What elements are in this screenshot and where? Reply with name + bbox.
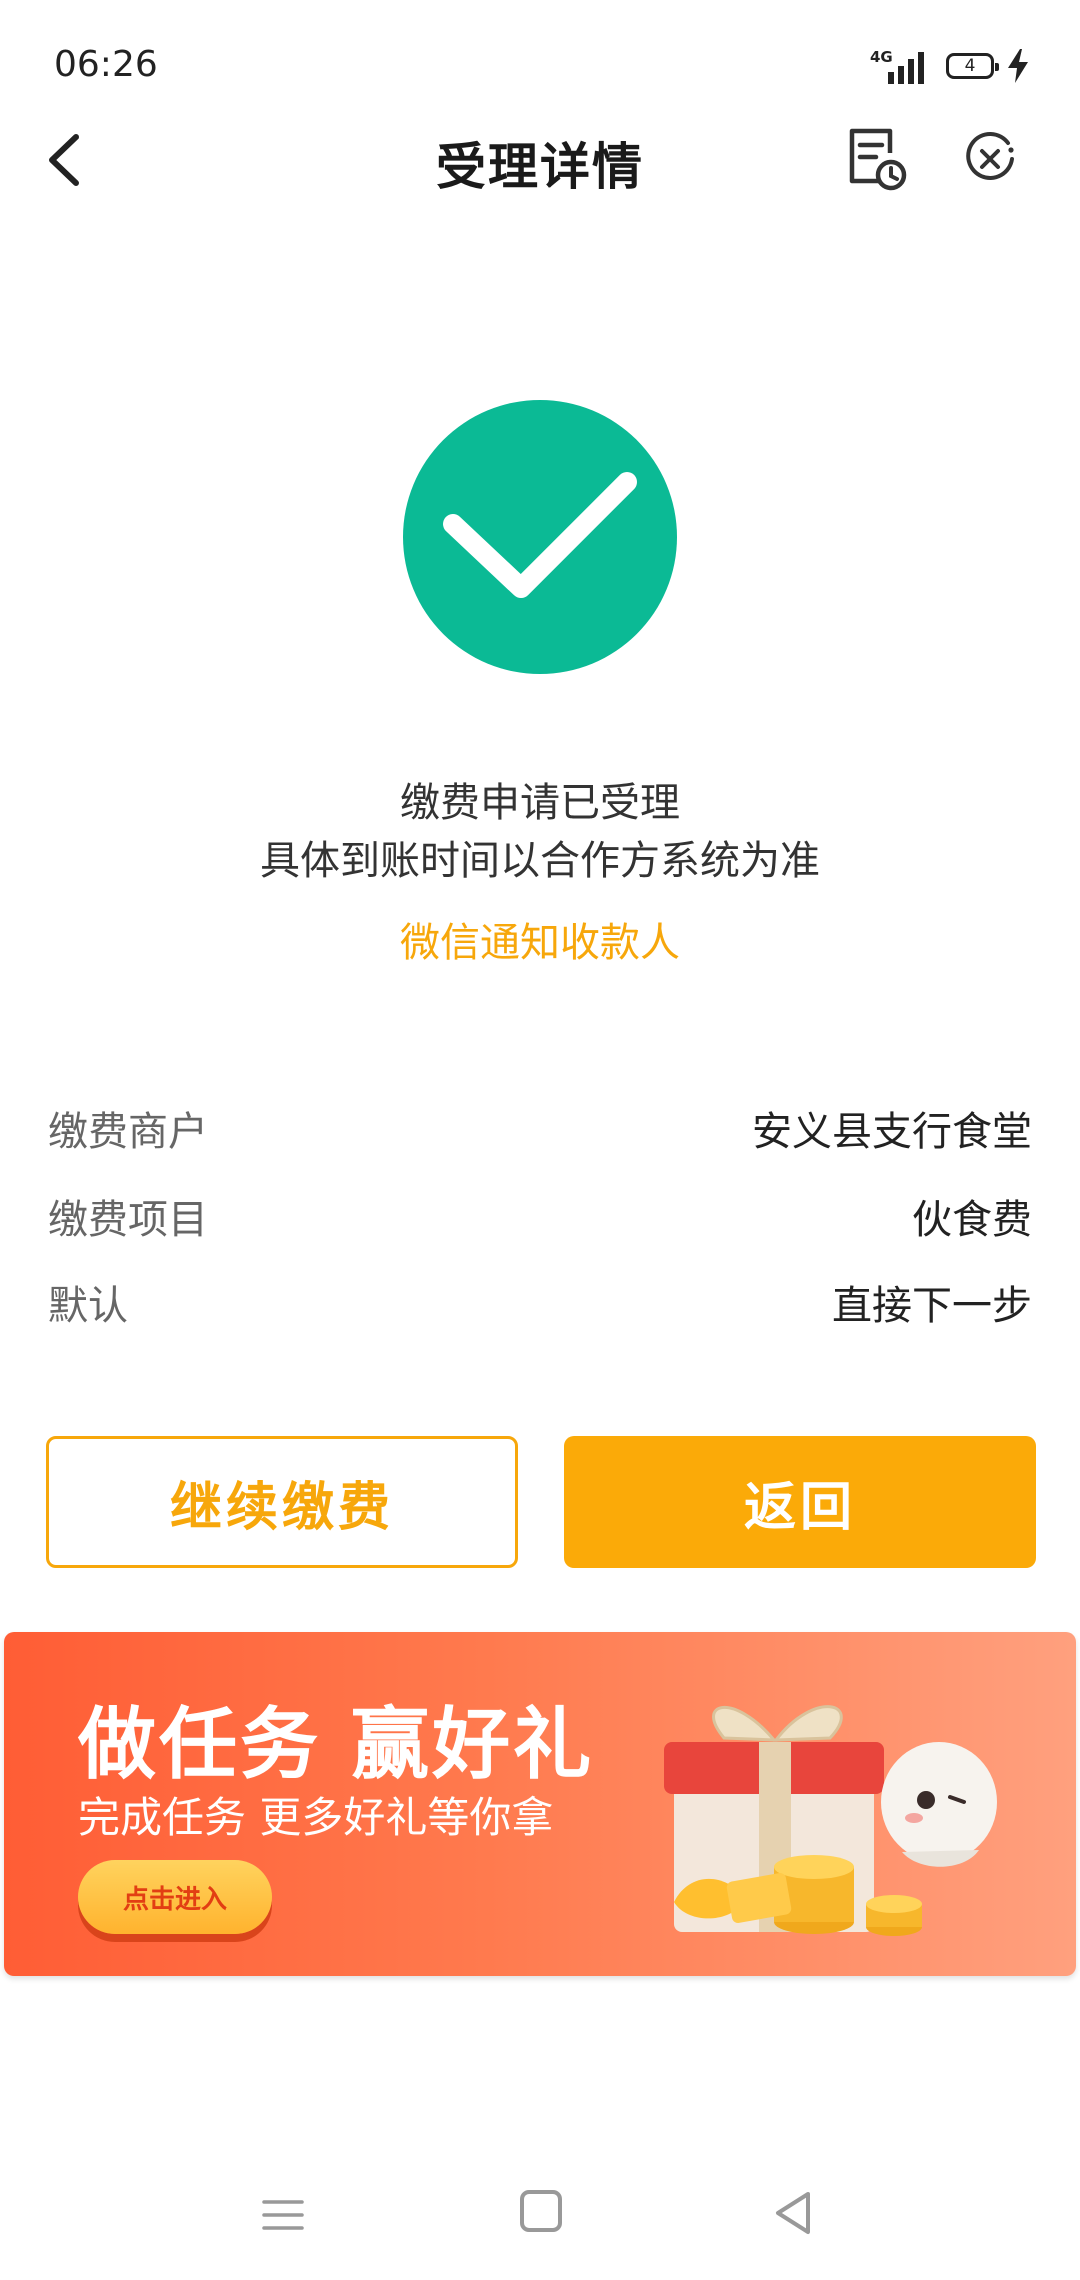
success-icon bbox=[403, 400, 677, 674]
result-note: 具体到账时间以合作方系统为准 bbox=[260, 838, 820, 884]
detail-row-default: 默认 直接下一步 bbox=[48, 1272, 1032, 1332]
banner-title: 做任务 赢好礼 bbox=[78, 1700, 595, 1790]
checkmark-icon bbox=[443, 472, 637, 598]
status-bar: 06:26 4G 4 bbox=[0, 0, 1080, 130]
detail-label: 缴费项目 bbox=[48, 1197, 208, 1243]
promo-banner[interactable]: 做任务 赢好礼 完成任务 更多好礼等你拿 点击进入 bbox=[4, 1632, 1076, 1976]
document-clock-icon bbox=[849, 128, 907, 191]
detail-value: 直接下一步 bbox=[832, 1283, 1032, 1329]
network-type: 4G bbox=[870, 48, 893, 66]
close-circle-icon bbox=[966, 132, 1014, 180]
detail-value: 安义县支行食堂 bbox=[752, 1109, 1032, 1155]
nav-bar: 受理详情 bbox=[0, 115, 1080, 205]
back-triangle-icon[interactable] bbox=[770, 2188, 816, 2238]
page-title: 受理详情 bbox=[436, 138, 644, 196]
continue-payment-button[interactable]: 继续缴费 bbox=[46, 1436, 518, 1568]
detail-label: 默认 bbox=[48, 1283, 128, 1329]
home-square-icon[interactable] bbox=[520, 2190, 562, 2232]
banner-enter-button[interactable]: 点击进入 bbox=[78, 1860, 272, 1934]
detail-value: 伙食费 bbox=[912, 1197, 1032, 1243]
battery-icon: 4 bbox=[946, 53, 999, 79]
status-indicators: 4G 4 bbox=[870, 46, 1028, 86]
return-button[interactable]: 返回 bbox=[564, 1436, 1036, 1568]
detail-row-item: 缴费项目 伙食费 bbox=[48, 1186, 1032, 1246]
battery-level: 4 bbox=[964, 56, 976, 76]
close-button[interactable] bbox=[960, 129, 1020, 189]
system-nav-bar bbox=[0, 2170, 1080, 2260]
status-time: 06:26 bbox=[54, 44, 158, 85]
menu-icon[interactable] bbox=[258, 2192, 308, 2238]
detail-row-merchant: 缴费商户 安义县支行食堂 bbox=[48, 1098, 1032, 1158]
signal-icon: 4G bbox=[870, 48, 932, 84]
charging-icon bbox=[1008, 49, 1028, 83]
detail-label: 缴费商户 bbox=[48, 1109, 208, 1155]
history-button[interactable] bbox=[844, 123, 910, 193]
result-message: 缴费申请已受理 bbox=[400, 780, 680, 826]
gift-box-illustration bbox=[664, 1705, 997, 1936]
notify-payee-link[interactable]: 微信通知收款人 bbox=[0, 910, 1080, 968]
banner-subtitle: 完成任务 更多好礼等你拿 bbox=[78, 1793, 554, 1842]
